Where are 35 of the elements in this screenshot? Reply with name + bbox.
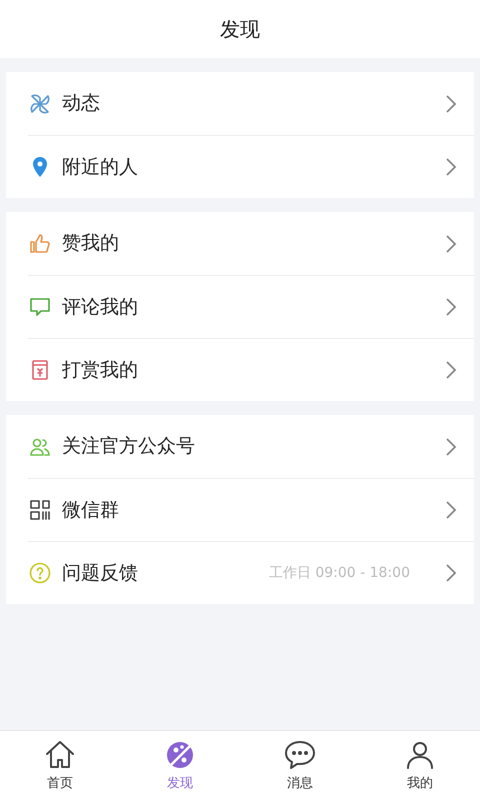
chevron-right-icon — [444, 232, 458, 254]
pinwheel-icon — [28, 92, 52, 116]
tab-item[interactable]: 发现 — [120, 731, 240, 800]
hours-note: 工作日 09:00 - 18:00 — [268, 564, 410, 582]
menu-label: 评论我的 — [62, 294, 138, 320]
chevron-right-icon — [444, 92, 458, 114]
chevron-right-icon — [444, 436, 458, 458]
thumbs-up-icon — [28, 232, 52, 256]
chat-bubble-icon — [28, 295, 52, 319]
menu-label: 动态 — [62, 91, 100, 116]
menu-item[interactable]: 微信群 — [28, 478, 474, 541]
menu-item[interactable]: 赞我的 — [28, 212, 474, 275]
tab-item[interactable]: 首页 — [0, 731, 120, 800]
menu-label: 微信群 — [62, 498, 119, 523]
tab-item[interactable]: 我的 — [360, 731, 480, 800]
menu-item[interactable]: 打赏我的 — [28, 338, 474, 401]
chevron-right-icon — [444, 562, 458, 584]
chevron-right-icon — [444, 156, 458, 178]
menu-item[interactable]: 问题反馈 工作日 09:00 - 18:00 — [28, 541, 474, 604]
menu-item[interactable]: 附近的人 — [28, 135, 474, 198]
chevron-right-icon — [444, 296, 458, 318]
menu-label: 打赏我的 — [62, 358, 138, 383]
tab-item[interactable]: 消息 — [240, 731, 360, 800]
menu-label: 问题反馈 — [62, 560, 138, 586]
menu-item[interactable]: 关注官方公众号 — [28, 415, 474, 478]
chevron-right-icon — [444, 359, 458, 381]
menu-label: 附近的人 — [62, 154, 138, 180]
question-icon — [28, 561, 52, 585]
qr-code-icon — [28, 498, 52, 522]
menu-label: 关注官方公众号 — [62, 434, 195, 460]
page-title: 发现 — [220, 16, 260, 43]
menu-item[interactable]: 动态 — [28, 72, 474, 135]
chevron-right-icon — [444, 499, 458, 521]
menu-item[interactable]: 评论我的 — [28, 275, 474, 338]
menu-label: 赞我的 — [62, 231, 119, 256]
